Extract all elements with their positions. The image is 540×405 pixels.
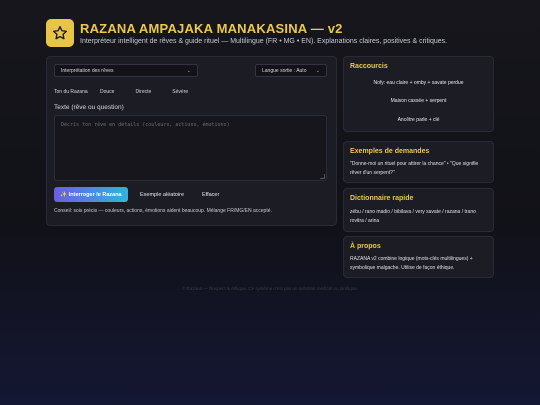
page-title: RAZANA AMPAJAKA MANAKASINA — v2 <box>80 21 343 36</box>
mode-select[interactable]: Interprétation des rêves ⌄ <box>54 64 198 77</box>
mode-select-value: Interprétation des rêves <box>61 67 114 74</box>
app-logo <box>46 19 74 47</box>
dictionary-title: Dictionnaire rapide <box>350 195 414 202</box>
textarea-placeholder: Décris ton rêve en détails (couleurs, ac… <box>61 122 230 128</box>
chevron-down-icon: ⌄ <box>186 67 191 74</box>
main-panel: Interprétation des rêves ⌄ Langue sortie… <box>46 56 337 226</box>
page-subtitle: Interpréteur intelligent de rêves & guid… <box>80 38 448 45</box>
output-language-select[interactable]: Langue sortie : Auto ⌄ <box>255 64 327 77</box>
tone-option-directe[interactable]: Directe <box>135 89 151 95</box>
footer: © Razana — Respect & éthique. Ce système… <box>181 286 359 291</box>
about-title: À propos <box>350 243 381 250</box>
dream-textarea[interactable]: Décris ton rêve en détails (couleurs, ac… <box>54 115 327 181</box>
language-select-value: Langue sortie : Auto <box>262 67 307 74</box>
hint-text: Conseil: sois précis — couleurs, actions… <box>54 208 272 214</box>
chevron-down-icon: ⌄ <box>315 67 320 74</box>
random-example-button[interactable]: Exemple aléatoire <box>140 187 184 202</box>
app-header: RAZANA AMPAJAKA MANAKASINA — v2 Interpré… <box>46 19 506 51</box>
input-label: Texte (rêve ou question) <box>54 104 124 111</box>
about-text: RAZANA v2 combine logique (mots-clés mul… <box>350 256 473 271</box>
star-icon <box>53 26 67 40</box>
resize-handle-icon[interactable] <box>320 174 325 179</box>
clear-button[interactable]: Effacer <box>202 187 219 202</box>
shortcuts-panel: Raccourcis Nofy: eau claire + omby + sav… <box>343 56 494 132</box>
tone-option-severe[interactable]: Sévère <box>172 89 188 95</box>
examples-title: Exemples de demandes <box>350 148 430 155</box>
shortcut-item[interactable]: Maison cassée + serpent <box>344 98 493 104</box>
tone-label: Ton du Razana <box>54 89 88 95</box>
dictionary-panel: Dictionnaire rapide zébu / rano madio / … <box>343 188 494 232</box>
tone-option-douce[interactable]: Douce <box>100 89 114 95</box>
tone-selector: Ton du Razana Douce Directe Sévère <box>54 87 209 97</box>
dictionary-text: zébu / rano madio / bibilava / very sava… <box>350 209 476 224</box>
shortcuts-title: Raccourcis <box>350 63 388 70</box>
shortcut-item[interactable]: Nofy: eau claire + omby + savate perdue <box>344 80 493 86</box>
examples-panel: Exemples de demandes "Donne-moi un ritue… <box>343 141 494 183</box>
about-panel: À propos RAZANA v2 combine logique (mots… <box>343 236 494 278</box>
shortcut-item[interactable]: Ancêtre parle + clé <box>344 117 493 123</box>
examples-text: "Donne-moi un rituel pour attirer la cha… <box>350 161 479 176</box>
ask-razana-button[interactable]: ✨ Interroger le Razana <box>54 187 128 202</box>
